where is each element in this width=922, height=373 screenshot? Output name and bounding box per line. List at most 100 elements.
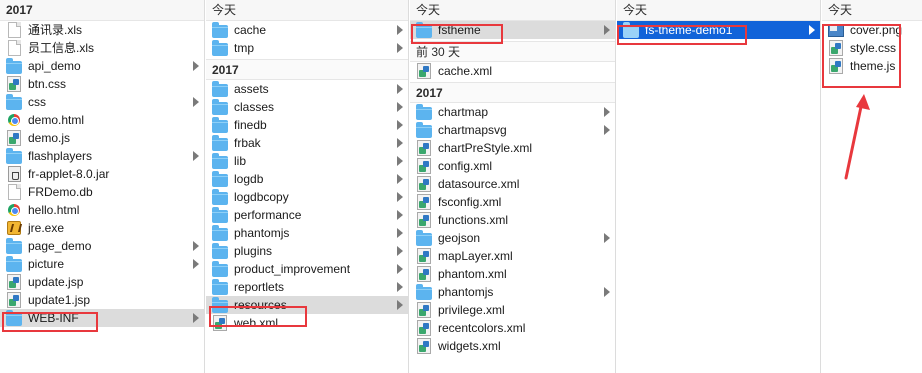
group-header-2017: 2017 — [410, 82, 615, 103]
jar-file-icon — [8, 166, 21, 182]
folder-row[interactable]: logdbcopy — [206, 188, 408, 206]
file-row[interactable]: privilege.xml — [410, 301, 615, 319]
file-row[interactable]: style.css — [822, 39, 922, 57]
item-label: resources — [234, 298, 287, 312]
item-label: tmp — [234, 41, 255, 55]
file-row[interactable]: mapLayer.xml — [410, 247, 615, 265]
file-row[interactable]: update.jsp — [0, 273, 204, 291]
file-row[interactable]: cover.png — [822, 21, 922, 39]
folder-icon — [212, 224, 228, 241]
group-header-today: 今天 — [617, 0, 820, 21]
folder-row[interactable]: plugins — [206, 242, 408, 260]
xml-file-icon — [417, 63, 431, 79]
folder-icon — [212, 242, 228, 259]
folder-row[interactable]: api_demo — [0, 57, 204, 75]
folder-row[interactable]: fs-theme-demo1 — [617, 21, 820, 39]
file-row[interactable]: btn.css — [0, 75, 204, 93]
folder-row[interactable]: assets — [206, 80, 408, 98]
item-label: page_demo — [28, 239, 92, 253]
chevron-right-icon — [604, 287, 610, 297]
folder-row[interactable]: chartmap — [410, 103, 615, 121]
folder-row[interactable]: phantomjs — [206, 224, 408, 242]
chevron-right-icon — [604, 125, 610, 135]
item-label: phantom.xml — [438, 267, 507, 281]
folder-icon — [212, 98, 228, 115]
folder-row[interactable]: frbak — [206, 134, 408, 152]
document-icon — [8, 184, 21, 200]
chevron-right-icon — [193, 61, 199, 71]
item-label: mapLayer.xml — [438, 249, 513, 263]
item-label: demo.js — [28, 131, 71, 145]
folder-row[interactable]: finedb — [206, 116, 408, 134]
chevron-right-icon — [397, 84, 403, 94]
file-list-today: cache tmp — [206, 21, 408, 57]
folder-row[interactable]: geojson — [410, 229, 615, 247]
chevron-right-icon — [397, 300, 403, 310]
folder-icon — [212, 116, 228, 133]
folder-row[interactable]: flashplayers — [0, 147, 204, 165]
file-row[interactable]: functions.xml — [410, 211, 615, 229]
item-label: cover.png — [850, 23, 903, 37]
xml-file-icon — [417, 194, 431, 210]
folder-icon — [212, 206, 228, 223]
folder-row[interactable]: reportlets — [206, 278, 408, 296]
folder-row[interactable]: performance — [206, 206, 408, 224]
file-row[interactable]: jre.exe — [0, 219, 204, 237]
folder-row[interactable]: phantomjs — [410, 283, 615, 301]
file-row[interactable]: 员工信息.xls — [0, 39, 204, 57]
file-row[interactable]: hello.html — [0, 201, 204, 219]
folder-row[interactable]: picture — [0, 255, 204, 273]
folder-icon — [416, 121, 432, 138]
item-label: recentcolors.xml — [438, 321, 526, 335]
column-fstheme[interactable]: 今天 fs-theme-demo1 — [617, 0, 821, 373]
file-row[interactable]: phantom.xml — [410, 265, 615, 283]
column-fs-theme-demo1[interactable]: 今天 cover.png style.css theme.js — [822, 0, 922, 373]
file-row[interactable]: update1.jsp — [0, 291, 204, 309]
file-list: 通讯录.xls 员工信息.xls api_demo btn.css css demo.ht… — [0, 21, 204, 327]
chevron-right-icon — [604, 25, 610, 35]
file-list-2017: chartmap chartmapsvg chartPreStyle.xml conf… — [410, 103, 615, 355]
file-row[interactable]: widgets.xml — [410, 337, 615, 355]
file-list-today: fs-theme-demo1 — [617, 21, 820, 39]
folder-row[interactable]: chartmapsvg — [410, 121, 615, 139]
folder-icon — [623, 21, 639, 38]
folder-row[interactable]: logdb — [206, 170, 408, 188]
file-row[interactable]: demo.js — [0, 129, 204, 147]
column-resources[interactable]: 今天 fstheme 前 30 天 cache.xml 2017 chartma… — [410, 0, 616, 373]
file-row[interactable]: chartPreStyle.xml — [410, 139, 615, 157]
folder-row[interactable]: css — [0, 93, 204, 111]
folder-row[interactable]: fstheme — [410, 21, 615, 39]
column-root[interactable]: 2017 通讯录.xls 员工信息.xls api_demo btn.css css de… — [0, 0, 205, 373]
file-row[interactable]: FRDemo.db — [0, 183, 204, 201]
folder-row[interactable]: product_improvement — [206, 260, 408, 278]
file-row[interactable]: config.xml — [410, 157, 615, 175]
file-row[interactable]: recentcolors.xml — [410, 319, 615, 337]
folder-row[interactable]: lib — [206, 152, 408, 170]
file-row[interactable]: datasource.xml — [410, 175, 615, 193]
file-row[interactable]: demo.html — [0, 111, 204, 129]
file-row[interactable]: 通讯录.xls — [0, 21, 204, 39]
folder-row[interactable]: page_demo — [0, 237, 204, 255]
folder-row[interactable]: WEB-INF — [0, 309, 204, 327]
chevron-right-icon — [809, 25, 815, 35]
column-web-inf[interactable]: 今天 cache tmp 2017 assets classes finedb frba… — [206, 0, 409, 373]
file-row[interactable]: theme.js — [822, 57, 922, 75]
file-list-2017: assets classes finedb frbak lib logdb logdbcop… — [206, 80, 408, 332]
chevron-right-icon — [397, 228, 403, 238]
item-label: chartmapsvg — [438, 123, 507, 137]
folder-row[interactable]: cache — [206, 21, 408, 39]
file-row[interactable]: cache.xml — [410, 62, 615, 80]
item-label: fstheme — [438, 23, 481, 37]
item-label: picture — [28, 257, 65, 271]
file-row[interactable]: fsconfig.xml — [410, 193, 615, 211]
folder-row[interactable]: tmp — [206, 39, 408, 57]
item-label: update.jsp — [28, 275, 84, 289]
item-label: flashplayers — [28, 149, 93, 163]
chevron-right-icon — [193, 241, 199, 251]
item-label: theme.js — [850, 59, 896, 73]
folder-row[interactable]: resources — [206, 296, 408, 314]
xml-file-icon — [417, 302, 431, 318]
file-row[interactable]: fr-applet-8.0.jar — [0, 165, 204, 183]
folder-row[interactable]: classes — [206, 98, 408, 116]
file-row[interactable]: web.xml — [206, 314, 408, 332]
